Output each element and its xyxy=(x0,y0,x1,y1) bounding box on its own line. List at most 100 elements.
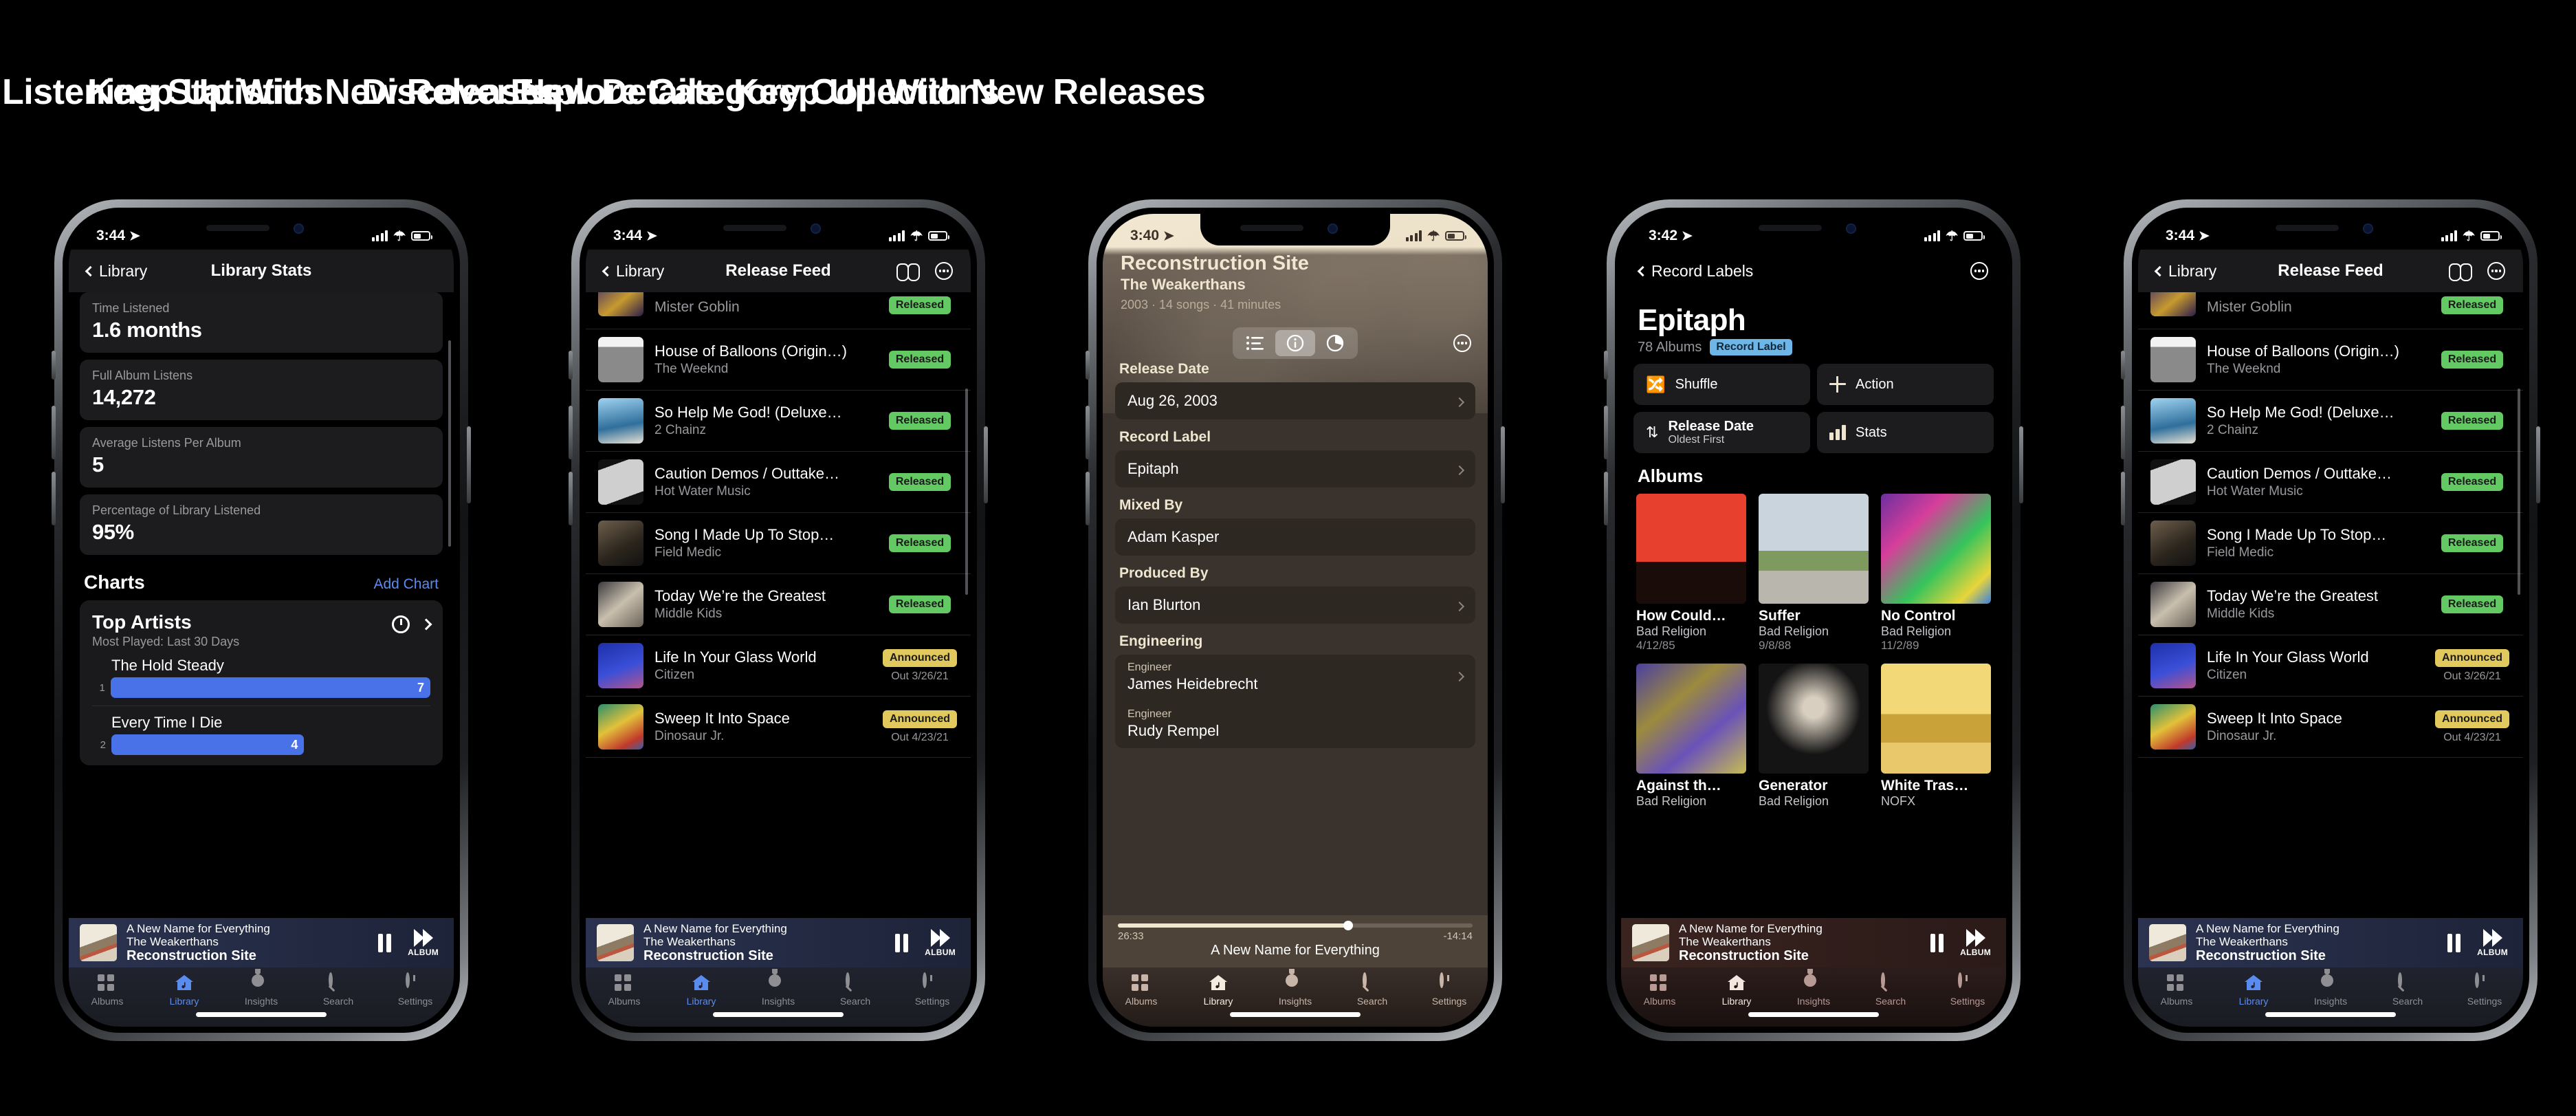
power-button[interactable] xyxy=(2536,426,2540,503)
engineer-row[interactable]: Engineer Rudy Rempel xyxy=(1115,701,1475,748)
next-album-button[interactable]: ALBUM xyxy=(408,928,439,957)
scroll-indicator[interactable] xyxy=(965,389,968,595)
tab-library[interactable]: Library xyxy=(1698,974,1775,1007)
list-item[interactable]: Song I Made Up To Stop… Field Medic Rele… xyxy=(2138,513,2523,574)
mute-switch[interactable] xyxy=(2121,351,2125,380)
list-item[interactable]: Sweep It Into Space Dinosaur Jr. Announc… xyxy=(586,697,971,758)
home-indicator[interactable] xyxy=(1748,1012,1879,1017)
label-scroll-area[interactable]: Epitaph 78 Albums Record Label 🔀 Shuffle… xyxy=(1621,292,2006,1027)
stat-card-percentage-listened[interactable]: Percentage of Library Listened 95% xyxy=(80,494,443,555)
volume-up-button[interactable] xyxy=(1604,406,1608,459)
scroll-indicator[interactable] xyxy=(2518,389,2520,595)
more-dots-icon[interactable] xyxy=(2487,262,2505,280)
volume-up-button[interactable] xyxy=(569,406,573,459)
now-playing-bar[interactable]: A New Name for Everything The Weakerthan… xyxy=(1621,918,2006,967)
list-item[interactable]: Life In Your Glass World Citizen Announc… xyxy=(586,635,971,697)
list-item[interactable]: So Help Me God! (Deluxe… 2 Chainz Releas… xyxy=(586,391,971,452)
engineer-row[interactable]: Engineer James Heidebrecht xyxy=(1115,655,1475,701)
action-button[interactable]: Action xyxy=(1817,364,1994,405)
sort-button[interactable]: ⇅ Release Date Oldest First xyxy=(1633,412,1810,453)
home-indicator[interactable] xyxy=(713,1012,844,1017)
album-cell[interactable]: Against th… Bad Religion xyxy=(1636,664,1746,809)
next-album-button[interactable]: ALBUM xyxy=(2477,928,2508,957)
list-item[interactable]: Mister Goblin Released xyxy=(586,292,971,329)
tab-search[interactable]: Search xyxy=(1334,972,1411,1007)
pie-chart-icon[interactable] xyxy=(1315,330,1355,356)
pause-icon[interactable] xyxy=(1930,933,1944,952)
chart-settings-icon[interactable] xyxy=(392,615,410,633)
release-feed-list[interactable]: Mister Goblin Released House of Balloons… xyxy=(586,292,971,1027)
chevron-right-icon[interactable] xyxy=(420,618,432,631)
tab-library[interactable]: Library xyxy=(146,974,223,1007)
scroll-indicator[interactable] xyxy=(448,340,451,547)
album-cell[interactable]: White Tras… NOFX xyxy=(1881,664,1991,809)
tab-search[interactable]: Search xyxy=(1852,972,1929,1007)
album-cell[interactable]: Suffer Bad Religion 9/8/88 xyxy=(1759,494,1869,653)
pause-icon[interactable] xyxy=(2447,933,2461,952)
back-button[interactable]: Record Labels xyxy=(1637,262,1753,281)
album-cell[interactable]: How Could… Bad Religion 4/12/85 xyxy=(1636,494,1746,653)
list-item[interactable]: Mister Goblin Released xyxy=(2138,292,2523,329)
power-button[interactable] xyxy=(984,426,988,503)
home-indicator[interactable] xyxy=(2265,1012,2396,1017)
now-playing-bar[interactable]: A New Name for Everything The Weakerthan… xyxy=(69,918,454,967)
stat-card-average-listens[interactable]: Average Listens Per Album 95% 5 xyxy=(80,427,443,488)
now-playing-expanded[interactable]: 26:33 -14:14 A New Name for Everything xyxy=(1103,915,1488,967)
list-item[interactable]: Life In Your Glass World Citizen Announc… xyxy=(2138,635,2523,697)
list-item[interactable]: House of Balloons (Origin…) The Weeknd R… xyxy=(2138,329,2523,391)
more-dots-icon[interactable] xyxy=(1453,334,1471,352)
binoculars-icon[interactable] xyxy=(2449,263,2472,281)
volume-down-button[interactable] xyxy=(1086,472,1090,525)
more-dots-icon[interactable] xyxy=(935,262,953,280)
tab-insights[interactable]: Insights xyxy=(2292,974,2369,1007)
mute-switch[interactable] xyxy=(52,351,56,380)
volume-down-button[interactable] xyxy=(2121,472,2125,525)
power-button[interactable] xyxy=(2019,426,2023,503)
field-produced-by[interactable]: Ian Blurton xyxy=(1115,587,1475,624)
volume-down-button[interactable] xyxy=(569,472,573,525)
scrubber-knob[interactable] xyxy=(1343,921,1354,930)
tab-settings[interactable]: Settings xyxy=(894,972,971,1007)
tab-search[interactable]: Search xyxy=(2369,972,2446,1007)
album-cell[interactable]: Generator Bad Religion xyxy=(1759,664,1869,809)
album-cell[interactable]: No Control Bad Religion 11/2/89 xyxy=(1881,494,1991,653)
tab-settings[interactable]: Settings xyxy=(1411,972,1488,1007)
chart-bar-row[interactable]: Every Time I Die 2 4 xyxy=(92,706,430,763)
stat-card-full-album-listens[interactable]: Full Album Listens 14,272 xyxy=(80,360,443,420)
list-item[interactable]: Sweep It Into Space Dinosaur Jr. Announc… xyxy=(2138,697,2523,758)
back-button[interactable]: Library xyxy=(2154,262,2216,281)
list-item[interactable]: So Help Me God! (Deluxe… 2 Chainz Releas… xyxy=(2138,391,2523,452)
list-item[interactable]: House of Balloons (Origin…) The Weeknd R… xyxy=(586,329,971,391)
power-button[interactable] xyxy=(1501,426,1505,503)
pause-icon[interactable] xyxy=(378,933,392,952)
release-feed-list[interactable]: Mister Goblin Released House of Balloons… xyxy=(2138,292,2523,1027)
home-indicator[interactable] xyxy=(1230,1012,1361,1017)
tab-search[interactable]: Search xyxy=(817,972,894,1007)
mute-switch[interactable] xyxy=(1604,351,1608,380)
tab-insights[interactable]: Insights xyxy=(1775,974,1852,1007)
volume-up-button[interactable] xyxy=(52,406,56,459)
tab-settings[interactable]: Settings xyxy=(377,972,454,1007)
back-button[interactable]: Library xyxy=(602,262,664,281)
volume-up-button[interactable] xyxy=(2121,406,2125,459)
next-album-button[interactable]: ALBUM xyxy=(1960,928,1991,957)
tab-insights[interactable]: Insights xyxy=(223,974,300,1007)
power-button[interactable] xyxy=(467,426,471,503)
stat-card-time-listened[interactable]: Time Listened 1.6 months xyxy=(80,292,443,353)
add-chart-button[interactable]: Add Chart xyxy=(373,576,439,593)
volume-down-button[interactable] xyxy=(52,472,56,525)
tab-library[interactable]: Library xyxy=(1180,974,1257,1007)
back-button[interactable]: Library xyxy=(85,262,147,281)
tab-insights[interactable]: Insights xyxy=(740,974,817,1007)
playback-scrubber[interactable] xyxy=(1118,921,1473,930)
mute-switch[interactable] xyxy=(1086,351,1090,380)
tab-albums[interactable]: Albums xyxy=(1103,974,1180,1007)
tab-library[interactable]: Library xyxy=(663,974,740,1007)
list-item[interactable]: Caution Demos / Outtake… Hot Water Music… xyxy=(586,452,971,513)
field-record-label[interactable]: Epitaph xyxy=(1115,450,1475,488)
now-playing-bar[interactable]: A New Name for Everything The Weakerthan… xyxy=(2138,918,2523,967)
tab-albums[interactable]: Albums xyxy=(69,974,146,1007)
chart-bar-row[interactable]: The Hold Steady 1 7 xyxy=(92,649,430,706)
next-album-button[interactable]: ALBUM xyxy=(925,928,956,957)
tab-settings[interactable]: Settings xyxy=(2446,972,2523,1007)
